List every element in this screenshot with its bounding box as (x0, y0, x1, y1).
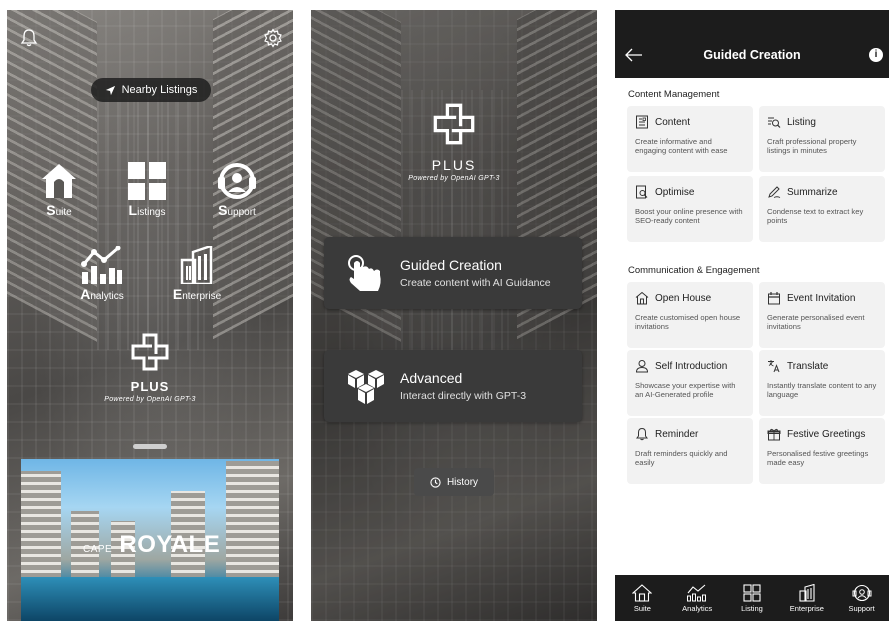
plus-menu-screen: PLUS Powered by OpenAI GPT-3 Guided Crea… (311, 10, 597, 621)
section-title-content-management: Content Management (628, 89, 720, 100)
analytics-chart-icon (687, 584, 707, 601)
card-title: Festive Greetings (787, 428, 866, 440)
card-content[interactable]: Content Create informative and engaging … (627, 106, 753, 172)
card-title: Event Invitation (787, 292, 856, 304)
plus-cross-icon (433, 103, 475, 145)
card-description: Boost your online presence with SEO-read… (635, 207, 743, 226)
analytics-chart-icon (81, 246, 122, 284)
card-description: Create customised open house invitations (635, 313, 741, 332)
person-icon (635, 360, 649, 373)
plus-logo: PLUS Powered by OpenAI GPT-3 (374, 102, 534, 182)
advanced-title: Advanced (400, 370, 463, 386)
card-title: Reminder (655, 428, 699, 440)
nav-suite[interactable]: Suite (19, 162, 99, 218)
plus-wordmark: PLUS (130, 379, 170, 394)
tab-listing[interactable]: Listing (725, 583, 779, 613)
card-reminder[interactable]: Reminder Draft reminders quickly and eas… (627, 418, 753, 484)
bell-icon[interactable] (19, 28, 39, 48)
card-description: Personalised festive greetings made easy (767, 449, 869, 468)
card-title: Optimise (655, 186, 695, 198)
bottom-tab-bar: Suite Analytics Listing Enterprise Suppo… (615, 575, 889, 621)
gear-icon[interactable] (263, 28, 283, 48)
headset-support-icon (852, 584, 872, 601)
plus-tagline: Powered by OpenAI GPT-3 (408, 175, 500, 182)
guided-creation-subtitle: Create content with AI Guidance (400, 277, 551, 289)
card-title: Open House (655, 292, 712, 304)
headset-support-icon (218, 163, 256, 199)
app-bar: Guided Creation i (615, 10, 889, 78)
card-event-invitation[interactable]: Event Invitation Generate personalised e… (759, 282, 885, 348)
card-description: Generate personalised event invitations (767, 313, 865, 332)
tab-enterprise[interactable]: Enterprise (780, 583, 834, 613)
card-festive-greetings[interactable]: Festive Greetings Personalised festive g… (759, 418, 885, 484)
grid-icon (128, 162, 166, 200)
history-clock-icon (430, 476, 441, 488)
office-building-icon (799, 583, 815, 602)
card-title: Translate (787, 360, 829, 372)
plus-logo[interactable]: PLUS Powered by OpenAI GPT-3 (70, 332, 230, 403)
promo-title: CAPE ROYALE (83, 531, 221, 558)
nav-analytics[interactable]: Analytics (62, 246, 142, 302)
card-self-introduction[interactable]: Self Introduction Showcase your expertis… (627, 350, 753, 416)
advanced-card[interactable]: Advanced Interact directly with GPT-3 (324, 350, 582, 422)
guided-creation-screen: Guided Creation i Content Management Con… (615, 10, 889, 621)
card-summarize[interactable]: Summarize Condense text to extract key p… (759, 176, 885, 242)
card-description: Showcase your expertise with an AI-Gener… (635, 381, 736, 400)
card-description: Draft reminders quickly and easily (635, 449, 728, 468)
cubes-icon (348, 370, 384, 404)
history-label: History (446, 476, 479, 488)
tab-suite[interactable]: Suite (615, 583, 669, 613)
history-button[interactable]: History (414, 468, 494, 496)
card-description: Craft professional property listings in … (767, 137, 857, 156)
grid-icon (743, 583, 761, 602)
card-description: Create informative and engaging content … (635, 137, 728, 156)
card-optimise[interactable]: Optimise Boost your online presence with… (627, 176, 753, 242)
card-open-house[interactable]: Open House Create customised open house … (627, 282, 753, 348)
card-title: Self Introduction (655, 360, 728, 372)
guided-creation-card[interactable]: Guided Creation Create content with AI G… (324, 237, 582, 309)
tab-analytics[interactable]: Analytics (670, 584, 724, 613)
advanced-subtitle: Interact directly with GPT-3 (400, 390, 527, 402)
doc-search-icon (636, 185, 648, 199)
nav-enterprise[interactable]: Enterprise (157, 246, 237, 302)
navigation-arrow-icon (105, 85, 115, 95)
hand-tap-icon (348, 255, 381, 291)
card-description: Instantly translate content to any langu… (767, 381, 877, 400)
card-title: Summarize (787, 186, 838, 198)
nav-support[interactable]: Support (197, 162, 277, 218)
promo-banner[interactable]: CAPE ROYALE (21, 459, 279, 621)
section-title-communication: Communication & Engagement (628, 265, 760, 276)
calendar-icon (768, 292, 780, 305)
translate-icon (768, 360, 780, 373)
nearby-listings-label: Nearby Listings (121, 84, 198, 96)
tab-support[interactable]: Support (835, 584, 889, 613)
info-icon[interactable]: i (869, 48, 883, 62)
card-listing[interactable]: Listing Craft professional property list… (759, 106, 885, 172)
page-title: Guided Creation (703, 48, 801, 62)
gift-icon (767, 428, 781, 441)
plus-cross-icon (131, 333, 169, 371)
card-translate[interactable]: Translate Instantly translate content to… (759, 350, 885, 416)
nav-listings[interactable]: Listings (107, 162, 187, 218)
office-building-icon (180, 246, 213, 284)
nearby-listings-button[interactable]: Nearby Listings (91, 78, 211, 102)
home-screen: Nearby Listings Suite Listings Support A… (7, 10, 293, 621)
drag-handle[interactable] (133, 444, 167, 449)
card-title: Listing (787, 116, 816, 128)
house-icon (632, 583, 653, 602)
list-search-icon (768, 117, 781, 128)
house-icon (635, 291, 649, 305)
plus-tagline: Powered by OpenAI GPT-3 (104, 396, 196, 403)
card-description: Condense text to extract key points (767, 207, 864, 226)
bell-icon (636, 427, 648, 441)
document-icon (636, 115, 648, 129)
pen-icon (768, 186, 781, 198)
card-title: Content (655, 116, 691, 128)
guided-creation-title: Guided Creation (400, 257, 502, 273)
house-icon (42, 164, 76, 198)
plus-wordmark: PLUS (431, 157, 477, 173)
